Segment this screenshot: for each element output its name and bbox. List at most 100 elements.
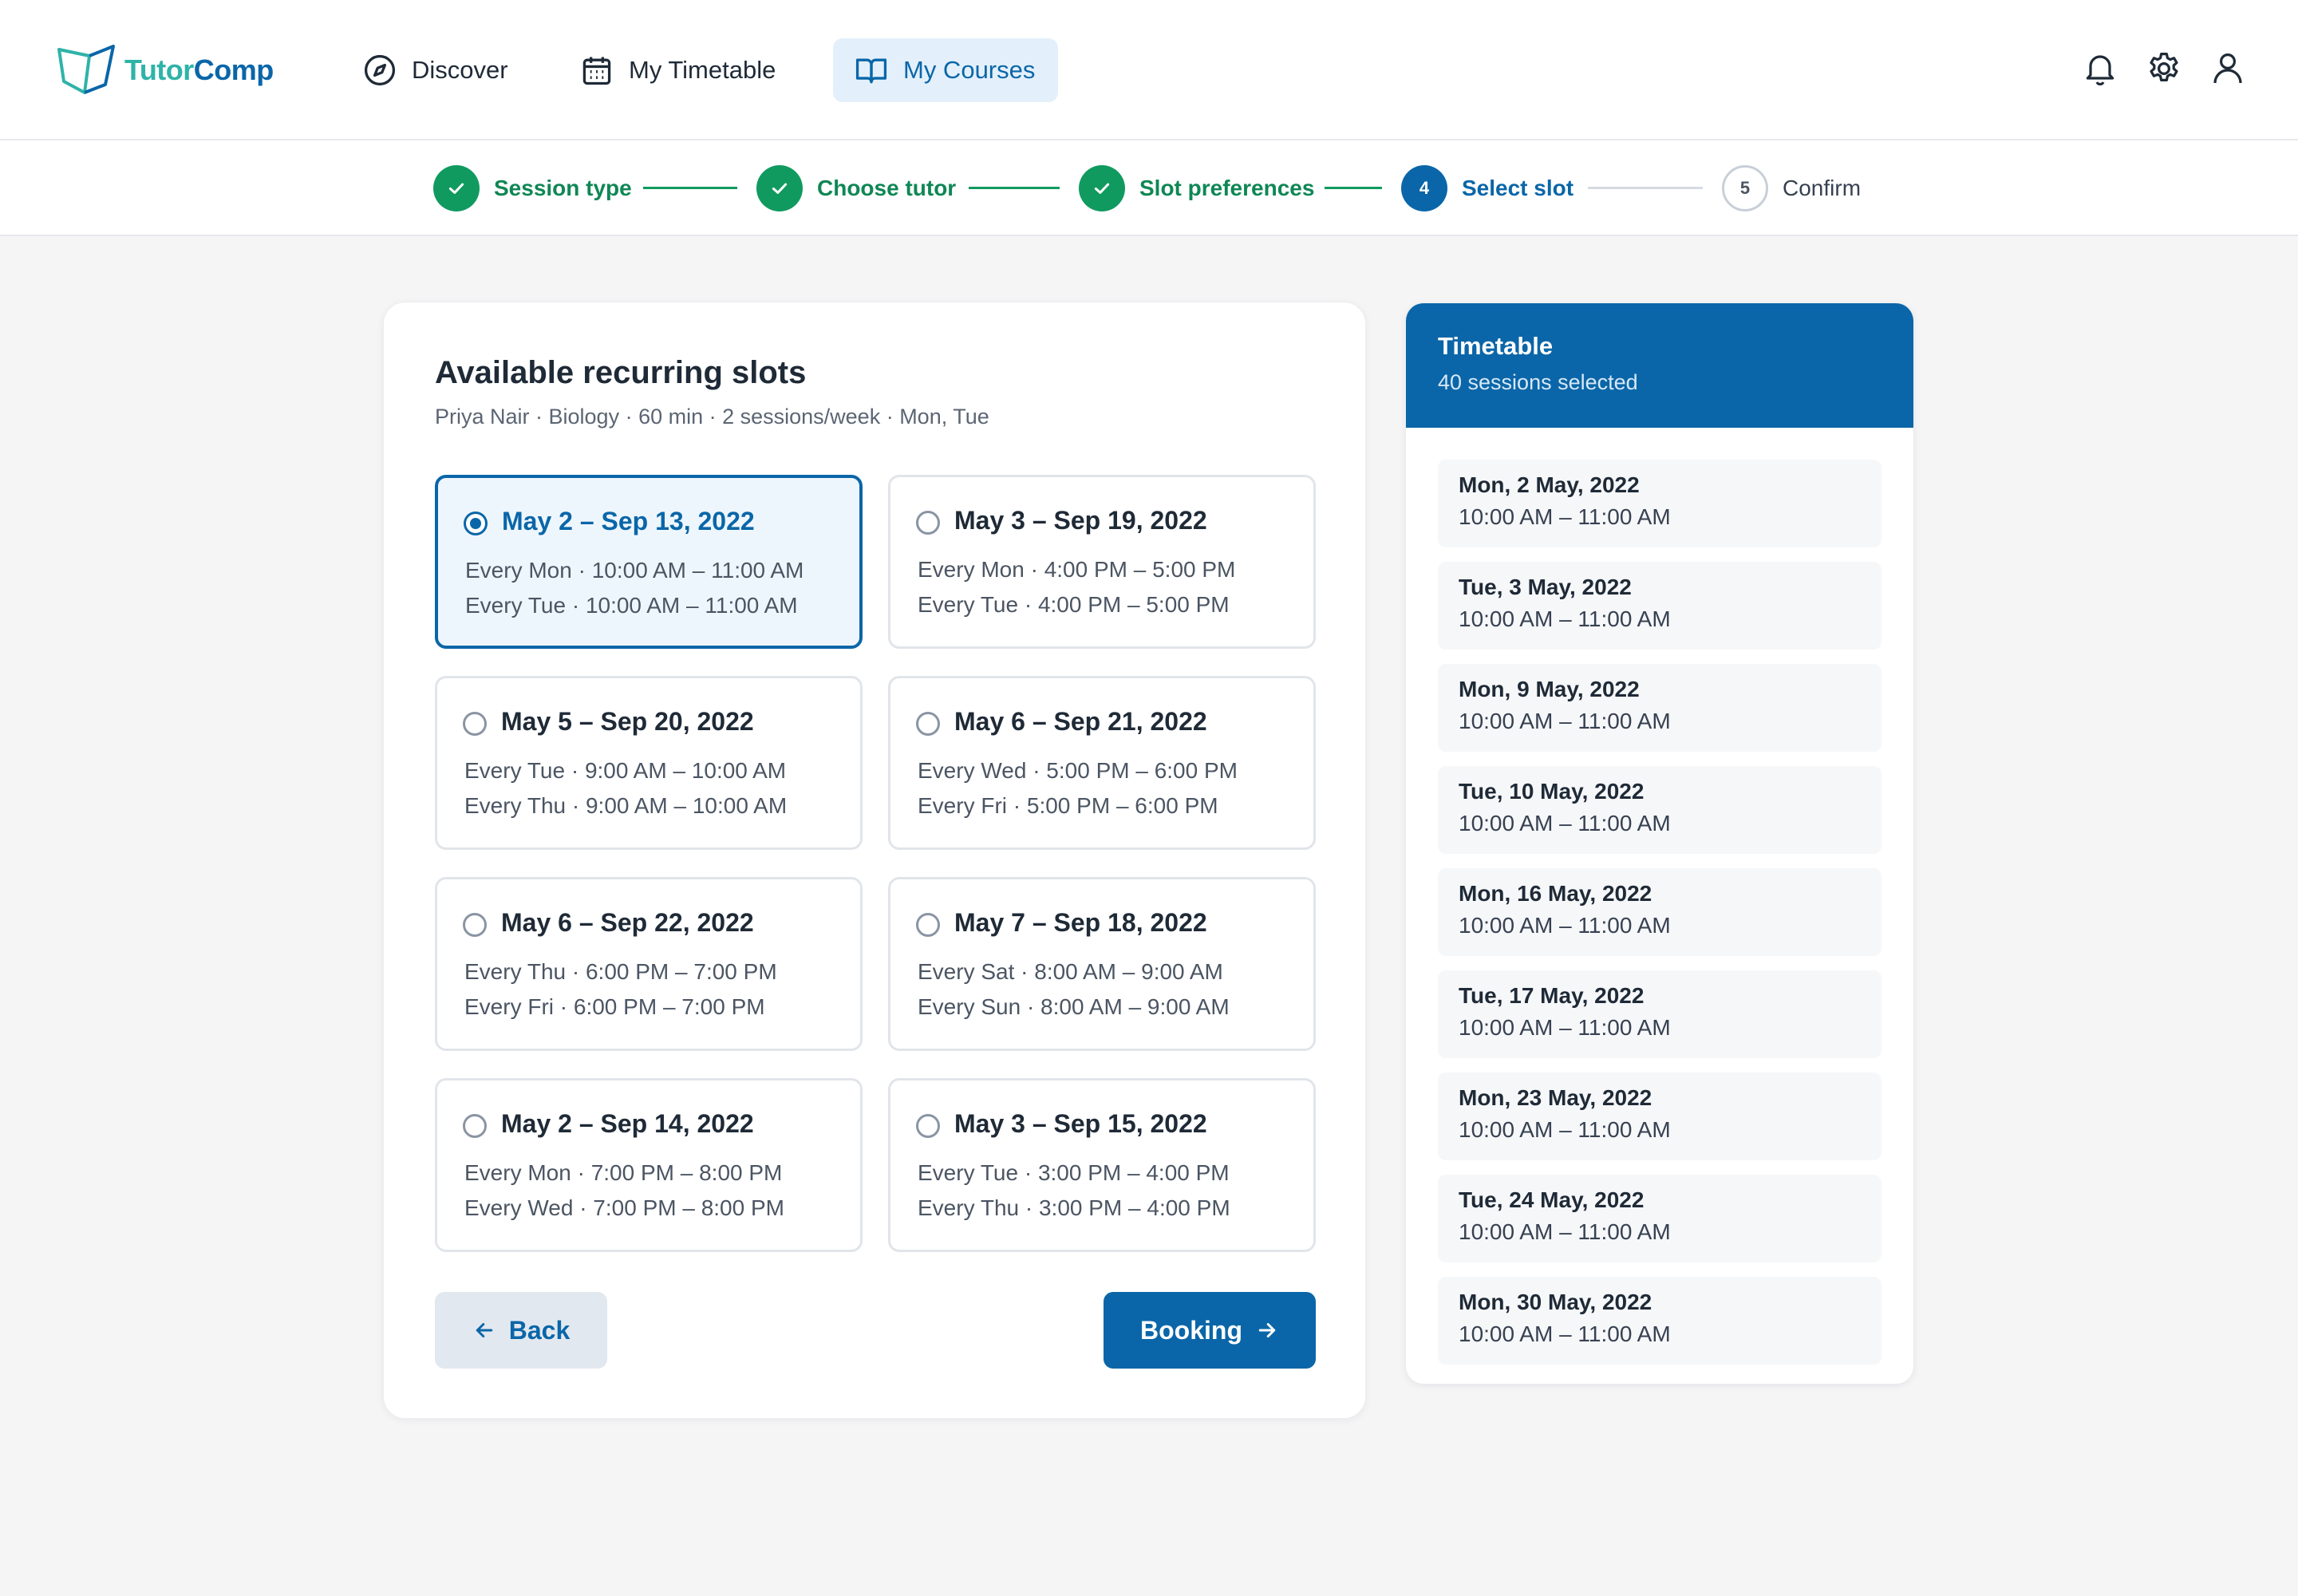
nav-discover[interactable]: Discover <box>342 38 529 102</box>
back-button-label: Back <box>508 1315 571 1345</box>
bell-icon <box>2086 55 2114 86</box>
step-connector <box>1588 187 1703 189</box>
timetable-session: Tue, 10 May, 2022 10:00 AM – 11:00 AM <box>1438 766 1881 854</box>
nav-my-timetable[interactable]: My Timetable <box>559 38 796 102</box>
session-date: Mon, 30 May, 2022 <box>1459 1290 1652 1314</box>
check-icon <box>448 183 464 194</box>
slot-schedule-line: Every Thu · 9:00 AM – 10:00 AM <box>464 793 788 818</box>
step-label: Session type <box>494 176 632 200</box>
step-complete-check <box>433 165 480 211</box>
account-button[interactable] <box>2209 49 2247 88</box>
timetable-session: Mon, 9 May, 2022 10:00 AM – 11:00 AM <box>1438 664 1881 752</box>
slot-schedule-line: Every Fri · 5:00 PM – 6:00 PM <box>918 793 1218 818</box>
slot-radio[interactable] <box>464 512 488 535</box>
timetable-header: Timetable 40 sessions selected <box>1406 303 1913 428</box>
slot-schedule-line: Every Wed · 7:00 PM – 8:00 PM <box>464 1195 784 1220</box>
step-complete-check <box>756 165 803 211</box>
calendar-icon <box>582 57 611 85</box>
booking-button-label: Booking <box>1140 1315 1242 1345</box>
sessions-selected-count: 40 sessions selected <box>1438 370 1638 394</box>
slot-schedule-line: Every Thu · 3:00 PM – 4:00 PM <box>918 1195 1230 1220</box>
session-date: Mon, 9 May, 2022 <box>1459 677 1640 701</box>
slot-option[interactable]: May 7 – Sep 18, 2022 Every Sat · 8:00 AM… <box>888 877 1316 1051</box>
slot-schedule-line: Every Fri · 6:00 PM – 7:00 PM <box>464 994 765 1019</box>
step-connector <box>643 187 737 189</box>
slot-radio[interactable] <box>916 511 940 535</box>
timetable-panel: Timetable 40 sessions selected Mon, 2 Ma… <box>1406 303 1913 1384</box>
step-slot-preferences[interactable]: Slot preferences <box>1079 164 1314 212</box>
step-label: Choose tutor <box>817 176 957 200</box>
step-session-type[interactable]: Session type <box>433 164 632 212</box>
slot-radio[interactable] <box>463 913 487 937</box>
compass-icon <box>364 54 396 86</box>
session-time: 10:00 AM – 11:00 AM <box>1459 1219 1671 1244</box>
check-icon <box>772 183 788 194</box>
notifications-button[interactable] <box>2081 49 2119 88</box>
session-time: 10:00 AM – 11:00 AM <box>1459 811 1671 836</box>
slot-radio[interactable] <box>463 1114 487 1138</box>
step-number: 5 <box>1722 165 1768 211</box>
timetable-session: Mon, 23 May, 2022 10:00 AM – 11:00 AM <box>1438 1073 1881 1160</box>
slot-option[interactable]: May 3 – Sep 15, 2022 Every Tue · 3:00 PM… <box>888 1078 1316 1252</box>
session-date: Tue, 17 May, 2022 <box>1459 983 1645 1008</box>
session-time: 10:00 AM – 11:00 AM <box>1459 709 1671 733</box>
nav-my-timetable-label: My Timetable <box>629 56 776 84</box>
slot-option[interactable]: May 2 – Sep 13, 2022 Every Mon · 10:00 A… <box>435 475 863 649</box>
session-time: 10:00 AM – 11:00 AM <box>1459 504 1671 529</box>
timetable-session: Mon, 2 May, 2022 10:00 AM – 11:00 AM <box>1438 460 1881 547</box>
step-select-slot[interactable]: 4 Select slot <box>1401 164 1573 212</box>
arrow-left-icon <box>476 1323 492 1337</box>
slot-schedule-line: Every Tue · 10:00 AM – 11:00 AM <box>465 593 798 618</box>
top-navigation-bar: TutorComp Discover My Timetable My Cours… <box>0 0 2298 140</box>
booking-button[interactable]: Booking <box>1104 1292 1316 1369</box>
slot-schedule-line: Every Sat · 8:00 AM – 9:00 AM <box>918 959 1223 984</box>
nav-my-courses[interactable]: My Courses <box>833 38 1058 102</box>
settings-button[interactable] <box>2145 49 2183 88</box>
slot-option[interactable]: May 5 – Sep 20, 2022 Every Tue · 9:00 AM… <box>435 676 863 850</box>
slot-date-range: May 6 – Sep 22, 2022 <box>501 908 754 937</box>
step-choose-tutor[interactable]: Choose tutor <box>756 164 956 212</box>
slot-schedule-line: Every Thu · 6:00 PM – 7:00 PM <box>464 959 777 984</box>
step-confirm: 5 Confirm <box>1722 164 1861 212</box>
session-time: 10:00 AM – 11:00 AM <box>1459 1015 1671 1040</box>
slot-option[interactable]: May 6 – Sep 22, 2022 Every Thu · 6:00 PM… <box>435 877 863 1051</box>
session-date: Mon, 16 May, 2022 <box>1459 881 1652 906</box>
slot-option[interactable]: May 3 – Sep 19, 2022 Every Mon · 4:00 PM… <box>888 475 1316 649</box>
slot-date-range: May 3 – Sep 15, 2022 <box>954 1109 1207 1138</box>
slot-option[interactable]: May 2 – Sep 14, 2022 Every Mon · 7:00 PM… <box>435 1078 863 1252</box>
nav-discover-label: Discover <box>412 56 508 84</box>
step-label: Select slot <box>1462 176 1574 200</box>
back-button[interactable]: Back <box>435 1292 607 1369</box>
timetable-session: Tue, 24 May, 2022 10:00 AM – 11:00 AM <box>1438 1175 1881 1262</box>
slot-option[interactable]: May 6 – Sep 21, 2022 Every Wed · 5:00 PM… <box>888 676 1316 850</box>
session-date: Mon, 2 May, 2022 <box>1459 472 1640 497</box>
step-number: 4 <box>1401 165 1447 211</box>
timetable-session: Mon, 30 May, 2022 10:00 AM – 11:00 AM <box>1438 1277 1881 1365</box>
slot-date-range: May 7 – Sep 18, 2022 <box>954 908 1207 937</box>
slot-schedule-line: Every Sun · 8:00 AM – 9:00 AM <box>918 994 1230 1019</box>
logo-wordmark: TutorComp <box>124 53 274 86</box>
step-complete-check <box>1079 165 1125 211</box>
slot-selection-card: Available recurring slots Priya Nair · B… <box>383 302 1366 1419</box>
session-time: 10:00 AM – 11:00 AM <box>1459 1321 1671 1346</box>
nav-my-courses-label: My Courses <box>903 56 1036 84</box>
timetable-session: Mon, 16 May, 2022 10:00 AM – 11:00 AM <box>1438 868 1881 956</box>
slot-radio[interactable] <box>916 712 940 736</box>
slot-radio[interactable] <box>916 913 940 937</box>
slot-schedule-line: Every Tue · 9:00 AM – 10:00 AM <box>464 758 787 783</box>
page-title: Available recurring slots <box>435 355 807 390</box>
timetable-session: Tue, 17 May, 2022 10:00 AM – 11:00 AM <box>1438 970 1881 1058</box>
slot-radio[interactable] <box>916 1114 940 1138</box>
slot-date-range: May 5 – Sep 20, 2022 <box>501 707 754 736</box>
timetable-title: Timetable <box>1438 332 1554 360</box>
step-label: Slot preferences <box>1139 176 1315 200</box>
slot-schedule-line: Every Mon · 7:00 PM – 8:00 PM <box>464 1160 783 1185</box>
slot-radio[interactable] <box>463 712 487 736</box>
slot-date-range: May 6 – Sep 21, 2022 <box>954 707 1207 736</box>
slot-date-range: May 2 – Sep 13, 2022 <box>502 507 755 535</box>
slot-date-range: May 2 – Sep 14, 2022 <box>501 1109 754 1138</box>
app-logo[interactable]: TutorComp <box>54 41 274 99</box>
session-date: Tue, 3 May, 2022 <box>1459 575 1632 599</box>
slot-schedule-line: Every Tue · 3:00 PM – 4:00 PM <box>918 1160 1230 1185</box>
slot-schedule-line: Every Tue · 4:00 PM – 5:00 PM <box>918 592 1230 617</box>
